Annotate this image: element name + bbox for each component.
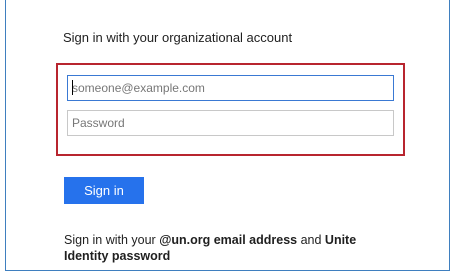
credentials-highlight-box bbox=[56, 63, 405, 156]
page-heading: Sign in with your organizational account bbox=[63, 30, 293, 45]
password-field[interactable] bbox=[67, 110, 394, 136]
instructions-email-bold: @un.org email address bbox=[159, 233, 298, 247]
instructions-prefix: Sign in with your bbox=[64, 233, 160, 247]
login-panel: Sign in with your organizational account… bbox=[5, 0, 450, 271]
sign-in-instructions: Sign in with your @un.org email address … bbox=[64, 232, 404, 264]
sign-in-button[interactable]: Sign in bbox=[64, 177, 144, 204]
instructions-middle: and bbox=[297, 233, 325, 247]
text-cursor bbox=[72, 80, 73, 95]
email-field[interactable] bbox=[67, 75, 394, 101]
